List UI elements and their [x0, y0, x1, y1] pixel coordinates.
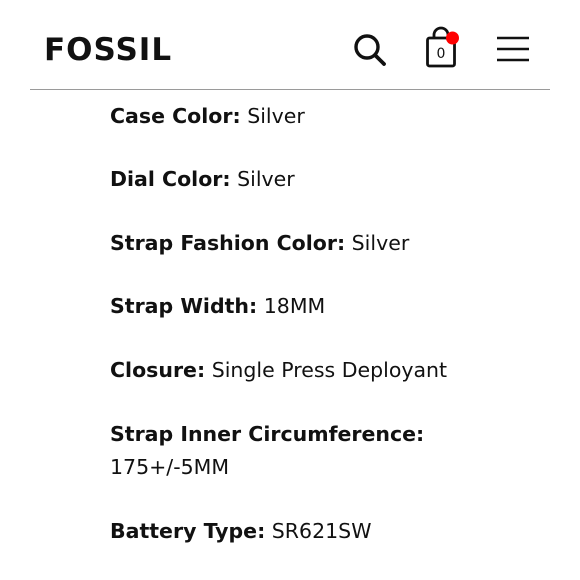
- site-header: FOSSIL 0: [0, 0, 580, 90]
- search-button[interactable]: [350, 30, 390, 70]
- spec-value: Silver: [247, 104, 305, 128]
- spec-value: Silver: [237, 167, 295, 191]
- spec-value: SR621SW: [271, 519, 372, 543]
- search-icon: [354, 34, 386, 66]
- fossil-logo[interactable]: FOSSIL: [44, 30, 172, 70]
- spec-closure: Closure: Single Press Deployant: [110, 354, 540, 387]
- hamburger-menu-icon: [497, 36, 529, 62]
- spec-value: 18MM: [263, 294, 326, 318]
- shopping-bag-button[interactable]: 0: [418, 24, 464, 70]
- header-divider: [30, 89, 550, 90]
- spec-label: Case Color:: [110, 104, 241, 128]
- menu-button[interactable]: [494, 32, 532, 66]
- spec-label: Strap Width:: [110, 294, 258, 318]
- spec-value: 175+/-5MM: [110, 455, 230, 479]
- spec-label: Battery Type:: [110, 519, 266, 543]
- spec-value: Single Press Deployant: [211, 358, 448, 382]
- spec-label: Closure:: [110, 358, 206, 382]
- spec-strap-inner-circumference: Strap Inner Circumference: 175+/-5MM: [110, 418, 495, 484]
- spec-battery-type: Battery Type: SR621SW: [110, 515, 540, 548]
- spec-case-color: Case Color: Silver: [110, 100, 540, 133]
- spec-value: Silver: [351, 231, 410, 255]
- spec-strap-width: Strap Width: 18MM: [110, 290, 540, 323]
- spec-dial-color: Dial Color: Silver: [110, 163, 540, 196]
- notification-dot: [446, 31, 459, 45]
- product-page: FOSSIL 0 Case Color: Silver Dial Color: …: [0, 0, 580, 580]
- spec-label: Strap Inner Circumference:: [110, 422, 425, 446]
- spec-strap-fashion-color: Strap Fashion Color: Silver: [110, 227, 540, 260]
- spec-label: Dial Color:: [110, 167, 231, 191]
- spec-label: Strap Fashion Color:: [110, 231, 346, 255]
